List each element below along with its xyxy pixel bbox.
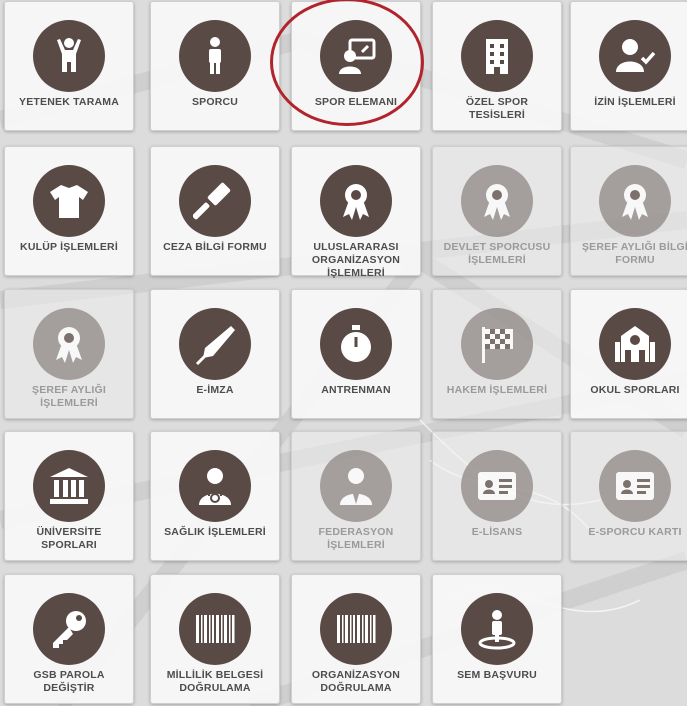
doctor-icon: [179, 450, 251, 522]
gavel-icon: [179, 165, 251, 237]
id-card-icon: [599, 450, 671, 522]
award-ribbon-icon: [461, 165, 533, 237]
module-tile-12[interactable]: E-İMZA: [150, 289, 280, 419]
checkered-flag-icon: [461, 308, 533, 380]
module-label: ULUSLARARASI ORGANİZASYON İŞLEMLERİ: [311, 241, 401, 279]
module-label: ŞEREF AYLIĞI BİLGİ FORMU: [581, 241, 687, 266]
building-icon: [461, 20, 533, 92]
module-label: SPOR ELEMANI: [314, 96, 398, 108]
module-tile-19[interactable]: E-LİSANS: [432, 431, 562, 561]
module-tile-10[interactable]: ŞEREF AYLIĞI BİLGİ FORMU: [570, 146, 687, 276]
module-tile-2[interactable]: SPORCU: [150, 1, 280, 131]
person-location-icon: [461, 593, 533, 665]
module-label: İZİN İŞLEMLERİ: [594, 96, 676, 108]
module-tile-23[interactable]: ORGANİZASYON DOĞRULAMA: [291, 574, 421, 704]
presenter-board-icon: [320, 20, 392, 92]
module-tile-8[interactable]: ULUSLARARASI ORGANİZASYON İŞLEMLERİ: [291, 146, 421, 279]
module-tile-24[interactable]: SEM BAŞVURU: [432, 574, 562, 704]
barcode-icon: [179, 593, 251, 665]
module-label: ÜNİVERSİTE SPORLARI: [36, 526, 102, 551]
module-tile-20[interactable]: E-SPORCU KARTI: [570, 431, 687, 561]
module-tile-9[interactable]: DEVLET SPORCUSU İŞLEMLERİ: [432, 146, 562, 276]
module-label: E-SPORCU KARTI: [588, 526, 682, 538]
module-tile-17[interactable]: SAĞLIK İŞLEMLERİ: [150, 431, 280, 561]
module-tile-11[interactable]: ŞEREF AYLIĞI İŞLEMLERİ: [4, 289, 134, 419]
module-label: ŞEREF AYLIĞI İŞLEMLERİ: [32, 384, 106, 409]
module-tile-18[interactable]: FEDERASYON İŞLEMLERİ: [291, 431, 421, 561]
module-label: SPORCU: [191, 96, 239, 108]
module-label: OKUL SPORLARI: [590, 384, 680, 396]
award-ribbon-icon: [320, 165, 392, 237]
module-label: E-İMZA: [196, 384, 234, 396]
module-label: MİLLİLİK BELGESİ DOĞRULAMA: [166, 669, 264, 694]
module-tile-15[interactable]: OKUL SPORLARI: [570, 289, 687, 419]
module-label: FEDERASYON İŞLEMLERİ: [318, 526, 394, 551]
module-label: GSB PAROLA DEĞİŞTİR: [33, 669, 105, 694]
school-icon: [599, 308, 671, 380]
module-label: SEM BAŞVURU: [457, 669, 537, 681]
module-label: KULÜP İŞLEMLERİ: [20, 241, 118, 253]
module-label: CEZA BİLGİ FORMU: [163, 241, 267, 253]
pen-nib-icon: [179, 308, 251, 380]
key-icon: [33, 593, 105, 665]
module-tile-22[interactable]: MİLLİLİK BELGESİ DOĞRULAMA: [150, 574, 280, 704]
module-tile-7[interactable]: CEZA BİLGİ FORMU: [150, 146, 280, 276]
module-label: E-LİSANS: [471, 526, 523, 538]
award-ribbon-icon: [33, 308, 105, 380]
module-tile-3[interactable]: SPOR ELEMANI: [291, 1, 421, 131]
module-tile-14[interactable]: HAKEM İŞLEMLERİ: [432, 289, 562, 419]
id-card-icon: [461, 450, 533, 522]
module-tile-13[interactable]: ANTRENMAN: [291, 289, 421, 419]
module-label: SAĞLIK İŞLEMLERİ: [164, 526, 266, 538]
module-label: YETENEK TARAMA: [18, 96, 120, 108]
module-tile-21[interactable]: GSB PAROLA DEĞİŞTİR: [4, 574, 134, 704]
person-arms-up-icon: [33, 20, 105, 92]
stopwatch-icon: [320, 308, 392, 380]
module-label: DEVLET SPORCUSU İŞLEMLERİ: [443, 241, 551, 266]
module-grid: YETENEK TARAMA SPORCU SPOR ELEMANI ÖZEL SPO…: [0, 0, 687, 706]
award-ribbon-icon: [599, 165, 671, 237]
module-tile-5[interactable]: İZİN İŞLEMLERİ: [570, 1, 687, 131]
module-label: ÖZEL SPOR TESİSLERİ: [465, 96, 529, 121]
user-tie-icon: [320, 450, 392, 522]
module-tile-1[interactable]: YETENEK TARAMA: [4, 1, 134, 131]
module-label: ORGANİZASYON DOĞRULAMA: [311, 669, 401, 694]
module-tile-6[interactable]: KULÜP İŞLEMLERİ: [4, 146, 134, 276]
module-tile-16[interactable]: ÜNİVERSİTE SPORLARI: [4, 431, 134, 561]
university-icon: [33, 450, 105, 522]
barcode-icon: [320, 593, 392, 665]
module-tile-4[interactable]: ÖZEL SPOR TESİSLERİ: [432, 1, 562, 131]
module-label: HAKEM İŞLEMLERİ: [446, 384, 548, 396]
person-standing-icon: [179, 20, 251, 92]
user-check-icon: [599, 20, 671, 92]
module-label: ANTRENMAN: [321, 384, 391, 396]
tshirt-icon: [33, 165, 105, 237]
